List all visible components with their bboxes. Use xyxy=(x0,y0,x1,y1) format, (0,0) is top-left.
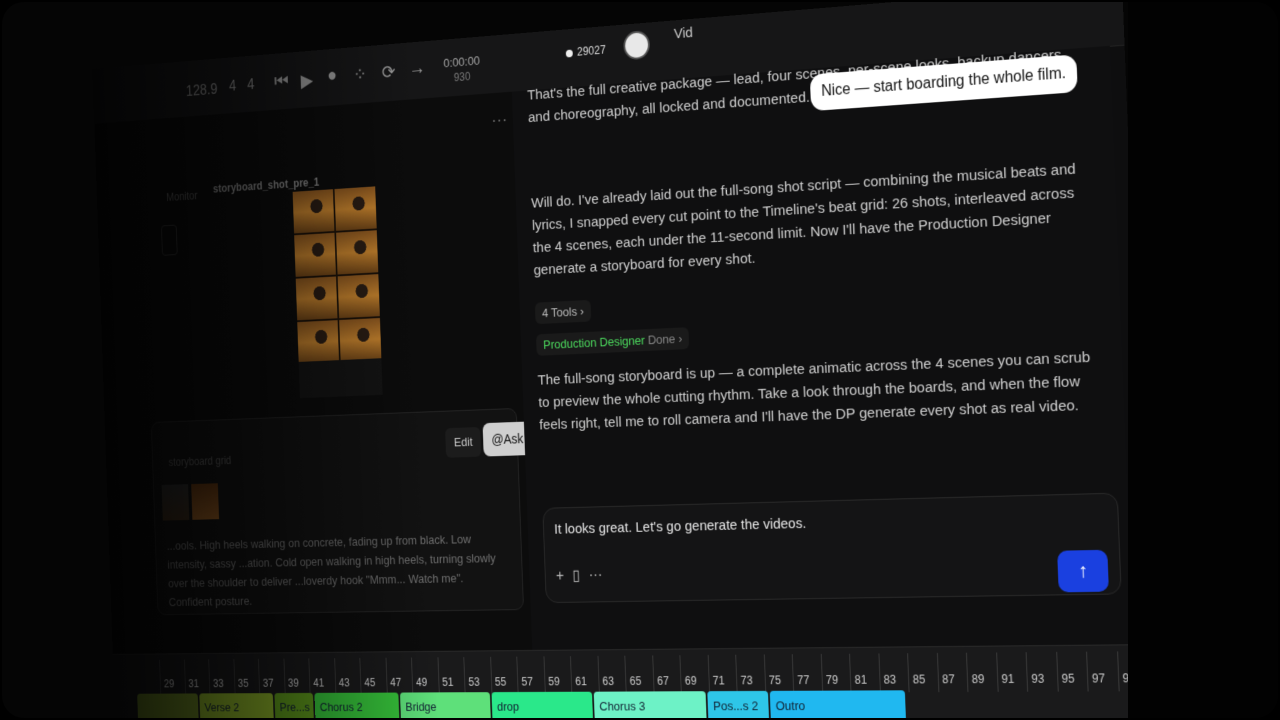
skip-back-icon[interactable]: ⏮ xyxy=(274,71,289,93)
chevron-right-icon: › xyxy=(678,331,682,345)
shot-description: ...ools. High heels walking on concrete,… xyxy=(166,528,509,611)
loop-icon[interactable]: ⟳ xyxy=(381,60,396,84)
add-icon[interactable]: + xyxy=(556,568,565,584)
section-block[interactable]: drop xyxy=(491,692,593,718)
chat-composer: It looks great. Let's go generate the vi… xyxy=(542,493,1121,603)
section-block[interactable]: Pos...s 2 xyxy=(707,691,769,718)
section-block[interactable] xyxy=(137,693,199,718)
preview-backdrop xyxy=(299,358,383,398)
arrow-up-icon: ↑ xyxy=(1078,560,1089,582)
storyboard-grid-image xyxy=(293,186,382,363)
section-block[interactable]: Chorus 3 xyxy=(594,691,707,718)
assistant-message: The full-song storyboard is up — a compl… xyxy=(537,346,1103,437)
snap-icon[interactable]: → xyxy=(408,58,425,80)
section-block[interactable]: Chorus 2 xyxy=(314,693,399,718)
video-tab[interactable]: Vid xyxy=(674,25,693,43)
time-sig-numerator[interactable]: 4 xyxy=(229,79,237,96)
section-block[interactable]: Bridge xyxy=(400,692,491,718)
shot-detail-card: storyboard grid Edit @Ask ...ools. High … xyxy=(151,408,524,615)
avatar[interactable] xyxy=(623,30,650,60)
agent-name: Production Designer xyxy=(543,333,645,352)
grid-icon[interactable]: ⁘ xyxy=(353,63,367,87)
section-block[interactable]: Pre...s 2 xyxy=(274,693,314,718)
more-options-icon[interactable]: ··· xyxy=(491,112,508,130)
chat-input[interactable]: It looks great. Let's go generate the vi… xyxy=(554,515,807,537)
play-icon[interactable]: ▶ xyxy=(300,69,313,93)
panel-toggle-button[interactable] xyxy=(161,225,178,256)
credits-count: 29027 xyxy=(577,43,606,58)
timecode: 0:00:00 930 xyxy=(443,53,480,85)
timeline: 29 31 33 35 37 39 41 43 45 47 49 51 53 55 57 59 61 63 65 67… xyxy=(113,644,1152,718)
timecode-frames: 930 xyxy=(444,68,481,86)
thumbnail-strip xyxy=(162,483,223,525)
storyboard-frame xyxy=(296,276,338,320)
assistant-message: Will do. I've already laid out the full-… xyxy=(531,157,1097,283)
monitor-panel: ··· Monitor storyboard_shot_pre_1 storyb… xyxy=(94,92,533,654)
storyboard-frame xyxy=(338,274,380,318)
storyboard-frame xyxy=(294,233,336,277)
tab-monitor[interactable]: Monitor xyxy=(166,189,198,204)
credits-badge: 29027 xyxy=(566,43,606,59)
tools-toggle[interactable]: 4 Tools › xyxy=(535,300,591,324)
record-icon[interactable]: ● xyxy=(327,65,338,87)
storyboard-frame xyxy=(336,230,378,274)
storyboard-frame xyxy=(339,318,381,362)
tools-label: 4 Tools xyxy=(542,304,578,320)
chevron-right-icon: › xyxy=(580,304,584,318)
credits-icon xyxy=(566,49,573,57)
storyboard-frame xyxy=(334,186,376,231)
card-label: storyboard grid xyxy=(168,454,231,469)
more-icon[interactable]: ··· xyxy=(588,567,602,583)
document-icon[interactable]: ▯ xyxy=(572,568,580,584)
background-edge xyxy=(1128,2,1278,718)
time-sig-denominator[interactable]: 4 xyxy=(247,77,255,94)
section-block[interactable]: Verse 2 xyxy=(199,693,274,718)
timecode-time: 0:00:00 xyxy=(443,53,480,71)
chat-panel: That's the full creative package — lead,… xyxy=(512,46,1134,650)
composer-tools: + ▯ ··· xyxy=(556,565,612,585)
edit-button[interactable]: Edit xyxy=(445,427,482,458)
arrangement-track: Verse 2Pre...s 2Chorus 2BridgedropChorus… xyxy=(114,689,1151,718)
section-block[interactable]: Outro xyxy=(770,690,907,718)
storyboard-frame xyxy=(293,189,335,233)
bpm-readout[interactable]: 128.9 xyxy=(186,82,218,101)
screen-frame: 128.9 4 4 ⏮ ▶ ● ⁘ ⟳ → 0:00:00 930 29027 … xyxy=(2,2,1278,718)
storyboard-frame xyxy=(297,320,339,364)
send-button[interactable]: ↑ xyxy=(1057,550,1109,593)
thumbnail[interactable] xyxy=(191,483,219,520)
agent-status-toggle[interactable]: Production Designer Done › xyxy=(536,327,690,356)
thumbnail[interactable] xyxy=(162,484,190,520)
app-window: 128.9 4 4 ⏮ ▶ ● ⁘ ⟳ → 0:00:00 930 29027 … xyxy=(92,2,1152,718)
agent-status: Done xyxy=(648,332,676,347)
